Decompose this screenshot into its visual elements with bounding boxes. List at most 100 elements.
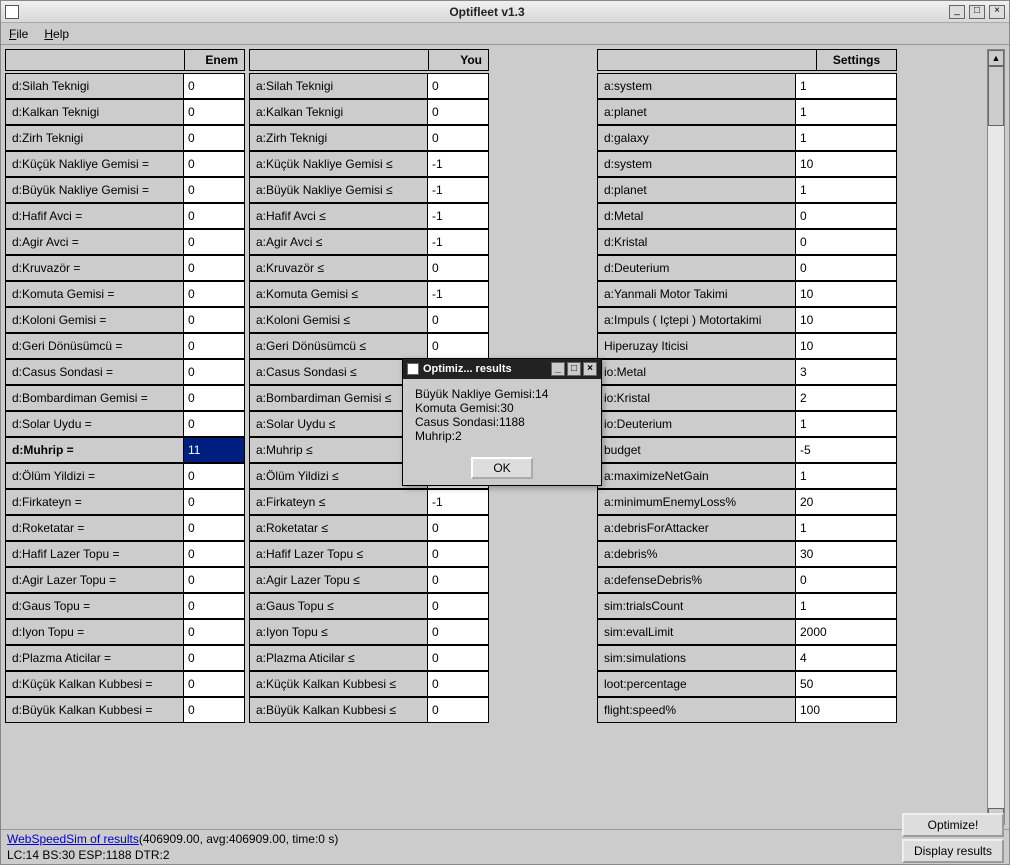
titlebar[interactable]: Optifleet v1.3 _ □ × xyxy=(1,1,1009,23)
table-row[interactable]: d:Solar Uydu =0 xyxy=(5,411,245,437)
table-row[interactable]: a:defenseDebris%0 xyxy=(597,567,897,593)
row-value-input[interactable]: 0 xyxy=(428,698,488,722)
table-row[interactable]: a:minimumEnemyLoss%20 xyxy=(597,489,897,515)
table-row[interactable]: d:Roketatar =0 xyxy=(5,515,245,541)
row-value-input[interactable]: 10 xyxy=(796,308,896,332)
table-row[interactable]: a:Kalkan Teknigi0 xyxy=(249,99,489,125)
table-row[interactable]: a:Geri Dönüsümcü ≤0 xyxy=(249,333,489,359)
row-value-input[interactable]: 50 xyxy=(796,672,896,696)
row-value-input[interactable]: 0 xyxy=(428,74,488,98)
row-value-input[interactable]: 0 xyxy=(184,256,244,280)
row-value-input[interactable]: -5 xyxy=(796,438,896,462)
table-row[interactable]: d:Deuterium0 xyxy=(597,255,897,281)
optimize-button[interactable]: Optimize! xyxy=(902,813,1004,837)
table-row[interactable]: a:Impuls ( Içtepi ) Motortakimi10 xyxy=(597,307,897,333)
row-value-input[interactable]: 0 xyxy=(184,672,244,696)
table-row[interactable]: a:Iyon Topu ≤0 xyxy=(249,619,489,645)
table-row[interactable]: d:Geri Dönüsümcü =0 xyxy=(5,333,245,359)
row-value-input[interactable]: 0 xyxy=(184,230,244,254)
webspeedsim-link[interactable]: WebSpeedSim of results xyxy=(7,832,139,846)
row-value-input[interactable]: 0 xyxy=(184,542,244,566)
table-row[interactable]: d:Bombardiman Gemisi =0 xyxy=(5,385,245,411)
row-value-input[interactable]: -1 xyxy=(428,178,488,202)
dialog-maximize-button[interactable]: □ xyxy=(567,362,581,376)
row-value-input[interactable]: 0 xyxy=(184,516,244,540)
table-row[interactable]: d:Gaus Topu =0 xyxy=(5,593,245,619)
row-value-input[interactable]: 0 xyxy=(184,464,244,488)
row-value-input[interactable]: 20 xyxy=(796,490,896,514)
row-value-input[interactable]: 0 xyxy=(184,412,244,436)
table-row[interactable]: d:Casus Sondasi =0 xyxy=(5,359,245,385)
table-row[interactable]: io:Metal3 xyxy=(597,359,897,385)
table-row[interactable]: a:Yanmali Motor Takimi10 xyxy=(597,281,897,307)
row-value-input[interactable]: 10 xyxy=(796,334,896,358)
table-row[interactable]: sim:evalLimit2000 xyxy=(597,619,897,645)
row-value-input[interactable]: 10 xyxy=(796,282,896,306)
row-value-input[interactable]: 1 xyxy=(796,516,896,540)
row-value-input[interactable]: 0 xyxy=(184,282,244,306)
scrollbar-thumb[interactable] xyxy=(988,66,1004,126)
row-value-input[interactable]: 0 xyxy=(184,100,244,124)
row-value-input[interactable]: 0 xyxy=(796,204,896,228)
table-row[interactable]: flight:speed%100 xyxy=(597,697,897,723)
table-row[interactable]: d:Hafif Lazer Topu =0 xyxy=(5,541,245,567)
vertical-scrollbar[interactable]: ▲ ▼ xyxy=(987,49,1005,825)
row-value-input[interactable]: 0 xyxy=(184,490,244,514)
row-value-input[interactable]: 30 xyxy=(796,542,896,566)
table-row[interactable]: d:Büyük Nakliye Gemisi =0 xyxy=(5,177,245,203)
row-value-input[interactable]: 0 xyxy=(428,334,488,358)
table-row[interactable]: d:Kristal0 xyxy=(597,229,897,255)
table-row[interactable]: a:maximizeNetGain1 xyxy=(597,463,897,489)
maximize-button[interactable]: □ xyxy=(969,5,985,19)
table-row[interactable]: sim:simulations4 xyxy=(597,645,897,671)
table-row[interactable]: d:Koloni Gemisi =0 xyxy=(5,307,245,333)
table-row[interactable]: d:Iyon Topu =0 xyxy=(5,619,245,645)
row-value-input[interactable]: 2000 xyxy=(796,620,896,644)
scroll-up-icon[interactable]: ▲ xyxy=(988,50,1004,66)
table-row[interactable]: a:Zirh Teknigi0 xyxy=(249,125,489,151)
table-row[interactable]: d:Büyük Kalkan Kubbesi =0 xyxy=(5,697,245,723)
table-row[interactable]: a:Silah Teknigi0 xyxy=(249,73,489,99)
table-row[interactable]: d:Küçük Kalkan Kubbesi =0 xyxy=(5,671,245,697)
table-row[interactable]: a:Büyük Nakliye Gemisi ≤-1 xyxy=(249,177,489,203)
table-row[interactable]: a:Gaus Topu ≤0 xyxy=(249,593,489,619)
row-value-input[interactable]: 0 xyxy=(428,672,488,696)
row-value-input[interactable]: -1 xyxy=(428,490,488,514)
row-value-input[interactable]: 1 xyxy=(796,126,896,150)
row-value-input[interactable]: 0 xyxy=(184,620,244,644)
close-button[interactable]: × xyxy=(989,5,1005,19)
table-row[interactable]: a:Hafif Avci ≤-1 xyxy=(249,203,489,229)
row-value-input[interactable]: 0 xyxy=(428,542,488,566)
row-value-input[interactable]: 1 xyxy=(796,464,896,488)
row-value-input[interactable]: -1 xyxy=(428,230,488,254)
row-value-input[interactable]: 0 xyxy=(184,334,244,358)
row-value-input[interactable]: 0 xyxy=(184,74,244,98)
minimize-button[interactable]: _ xyxy=(949,5,965,19)
table-row[interactable]: a:Koloni Gemisi ≤0 xyxy=(249,307,489,333)
table-row[interactable]: d:Metal0 xyxy=(597,203,897,229)
table-row[interactable]: a:Komuta Gemisi ≤-1 xyxy=(249,281,489,307)
row-value-input[interactable]: 1 xyxy=(796,594,896,618)
row-value-input[interactable]: 1 xyxy=(796,100,896,124)
dialog-close-button[interactable]: × xyxy=(583,362,597,376)
table-row[interactable]: d:Ölüm Yildizi =0 xyxy=(5,463,245,489)
display-results-button[interactable]: Display results xyxy=(902,839,1004,863)
table-row[interactable]: d:system10 xyxy=(597,151,897,177)
table-row[interactable]: d:Kruvazör =0 xyxy=(5,255,245,281)
row-value-input[interactable]: 10 xyxy=(796,152,896,176)
table-row[interactable]: d:Komuta Gemisi =0 xyxy=(5,281,245,307)
row-value-input[interactable]: 0 xyxy=(184,698,244,722)
table-row[interactable]: d:Agir Avci =0 xyxy=(5,229,245,255)
table-row[interactable]: a:Firkateyn ≤-1 xyxy=(249,489,489,515)
table-row[interactable]: a:debris%30 xyxy=(597,541,897,567)
row-value-input[interactable]: 0 xyxy=(184,126,244,150)
row-value-input[interactable]: 0 xyxy=(428,308,488,332)
row-value-input[interactable]: 1 xyxy=(796,178,896,202)
dialog-ok-button[interactable]: OK xyxy=(471,457,532,479)
table-row[interactable]: d:Zirh Teknigi0 xyxy=(5,125,245,151)
row-value-input[interactable]: 0 xyxy=(184,568,244,592)
menu-file[interactable]: File xyxy=(9,27,28,41)
table-row[interactable]: a:Agir Avci ≤-1 xyxy=(249,229,489,255)
row-value-input[interactable]: 3 xyxy=(796,360,896,384)
table-row[interactable]: a:Kruvazör ≤0 xyxy=(249,255,489,281)
